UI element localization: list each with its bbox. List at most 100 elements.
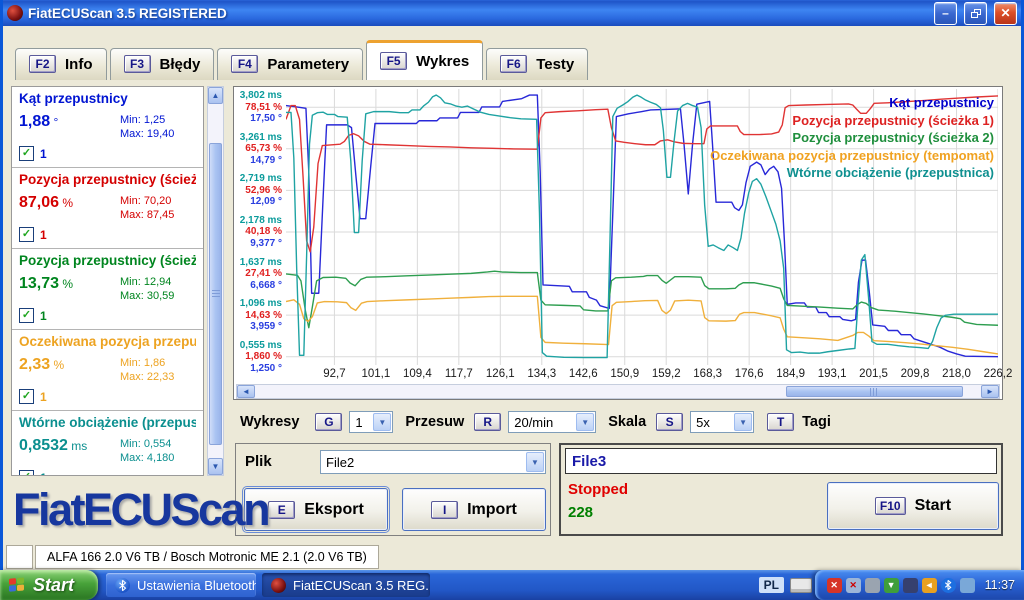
chart-scrollbar-thumb[interactable] [786, 386, 963, 397]
chevron-down-icon[interactable]: ▼ [576, 413, 594, 431]
system-tray: ✕✕▼◄ 11:37 [815, 570, 1024, 600]
language-zone: PL [759, 570, 812, 600]
chevron-down-icon[interactable]: ▼ [526, 452, 544, 472]
status-cell-empty [6, 545, 33, 569]
wykresy-count-select[interactable]: 1▼ [349, 411, 393, 433]
app-icon [271, 578, 286, 593]
y-axis-tick: 1,250 ° [240, 363, 282, 375]
chevron-down-icon[interactable]: ▼ [734, 413, 752, 431]
y-axis-tick: 1,860 % [240, 351, 282, 363]
scroll-down-icon[interactable]: ▼ [208, 458, 223, 475]
parameter-item: Oczekiwana pozycja przepustnicy (tempoma… [12, 330, 203, 411]
display-icon[interactable] [960, 578, 975, 593]
y-axis-tick: 52,96 % [240, 185, 282, 197]
parameter-value: 1,88 ° [19, 113, 58, 131]
parameter-checkbox[interactable]: ✓ [19, 308, 34, 323]
parameter-checkbox[interactable]: ✓ [19, 227, 34, 242]
legend-entry: Pozycja przepustnicy (ścieżka 1) [710, 112, 994, 130]
import-button[interactable]: I Import [402, 488, 546, 531]
vehicle-info: ALFA 166 2.0 V6 TB / Bosch Motronic ME 2… [35, 545, 379, 569]
volume-icon[interactable]: ◄ [922, 578, 937, 593]
tab-info[interactable]: F2Info [15, 48, 107, 80]
restore-button[interactable] [964, 2, 987, 25]
scroll-right-icon[interactable]: ► [981, 385, 999, 398]
legend-entry: Kąt przepustnicy [710, 94, 994, 112]
f6-key-icon: F6 [500, 55, 527, 73]
start-button[interactable]: Start [0, 570, 98, 600]
y-axis-tick: 14,79 ° [240, 155, 282, 167]
parameter-count: 1 [40, 309, 47, 323]
y-axis-labels: 3,802 ms78,51 %17,50 °3,261 ms65,73 %14,… [234, 89, 284, 365]
y-axis-tick: 2,719 ms [240, 173, 282, 185]
chart-legend: Kąt przepustnicyPozycja przepustnicy (śc… [710, 94, 994, 182]
bluetooth-icon[interactable] [941, 578, 956, 593]
parameter-title: Oczekiwana pozycja przepustnicy (tempoma… [19, 334, 196, 349]
tab-label: Parametery [267, 56, 349, 73]
file-group: Plik File2▼ E Eksport I Import [235, 443, 551, 536]
language-indicator[interactable]: PL [759, 577, 784, 593]
legend-entry: Oczekiwana pozycja przepustnicy (tempoma… [710, 147, 994, 165]
x-axis-labels: 92,7101,1109,4117,7126,1134,3142,6150,91… [286, 368, 998, 383]
y-axis-tick: 1,637 ms [240, 257, 282, 269]
title-bar[interactable]: FiatECUScan 3.5 REGISTERED – ✕ [3, 0, 1021, 26]
audio-device-icon[interactable] [865, 578, 880, 593]
t-key-icon[interactable]: T [767, 413, 794, 431]
app-icon[interactable] [7, 5, 23, 21]
keyboard-icon[interactable] [790, 578, 812, 593]
minimize-button[interactable]: – [934, 2, 957, 25]
parameter-checkbox[interactable]: ✓ [19, 470, 34, 476]
taskbar-task-2[interactable]: FiatECUScan 3.5 REG... [262, 573, 430, 597]
chart-scrollbar[interactable]: ◄ ► [236, 384, 1000, 399]
x-axis-tick: 92,7 [323, 368, 345, 380]
sidebar-scrollbar[interactable]: ▲ ▼ [207, 86, 224, 476]
parameter-minmax: Min: 0,554Max: 4,180 [120, 437, 196, 465]
network-disconnected-icon[interactable]: ✕ [846, 578, 861, 593]
task-label: Ustawienia Bluetooth [137, 578, 256, 593]
window-title: FiatECUScan 3.5 REGISTERED [28, 6, 927, 21]
bluetooth-icon [115, 578, 130, 593]
tab-label: Błędy [160, 56, 201, 73]
chart-controls: Wykresy G 1▼ Przesuw R 20/min▼ Skala S 5… [233, 406, 1003, 438]
chevron-down-icon[interactable]: ▼ [373, 413, 391, 431]
record-file-input[interactable]: File3 [565, 448, 997, 474]
parameter-checkbox[interactable]: ✓ [19, 146, 34, 161]
tab-label: Info [65, 56, 93, 73]
parameter-count: 1 [40, 228, 47, 242]
taskbar-task-1[interactable]: Ustawienia Bluetooth [106, 573, 256, 597]
x-axis-tick: 134,3 [527, 368, 556, 380]
battery-icon[interactable] [903, 578, 918, 593]
f10-key-icon: F10 [875, 497, 906, 515]
file-select[interactable]: File2▼ [320, 450, 546, 474]
close-button[interactable]: ✕ [994, 2, 1017, 25]
parameter-value: 87,06 % [19, 194, 73, 212]
x-axis-tick: 184,9 [776, 368, 805, 380]
parameter-item: Pozycja przepustnicy (ścieżka 2)13,73 %M… [12, 249, 203, 330]
y-axis-group: 0,555 ms1,860 %1,250 ° [240, 340, 282, 375]
tagi-label: Tagi [802, 414, 831, 430]
skala-select[interactable]: 5x▼ [690, 411, 754, 433]
scroll-up-icon[interactable]: ▲ [208, 87, 223, 104]
g-key-icon[interactable]: G [315, 413, 342, 431]
start-record-button[interactable]: F10 Start [827, 482, 999, 530]
security-shield-icon[interactable]: ✕ [827, 578, 842, 593]
chart-plot[interactable]: Kąt przepustnicyPozycja przepustnicy (śc… [286, 89, 998, 365]
update-download-icon[interactable]: ▼ [884, 578, 899, 593]
scrollbar-thumb[interactable] [209, 143, 222, 445]
parameter-value: 2,33 % [19, 356, 64, 374]
record-group: File3 Stopped 228 F10 Start [559, 443, 1003, 536]
parameter-title: Kąt przepustnicy [19, 91, 196, 106]
windows-flag-icon [9, 577, 26, 593]
s-key-icon[interactable]: S [656, 413, 683, 431]
parameter-minmax: Min: 1,25Max: 19,40 [120, 113, 196, 141]
tab-parametery[interactable]: F4Parametery [217, 48, 363, 80]
przesuw-select[interactable]: 20/min▼ [508, 411, 596, 433]
tab-błędy[interactable]: F3Błędy [110, 48, 215, 80]
y-axis-tick: 6,668 ° [240, 280, 282, 292]
parameter-checkbox[interactable]: ✓ [19, 389, 34, 404]
scroll-left-icon[interactable]: ◄ [237, 385, 255, 398]
tab-testy[interactable]: F6Testy [486, 48, 588, 80]
r-key-icon[interactable]: R [474, 413, 501, 431]
parameter-count: 1 [40, 147, 47, 161]
chart-panel: 3,802 ms78,51 %17,50 °3,261 ms65,73 %14,… [233, 86, 1003, 400]
tab-wykres[interactable]: F5Wykres [366, 40, 483, 80]
